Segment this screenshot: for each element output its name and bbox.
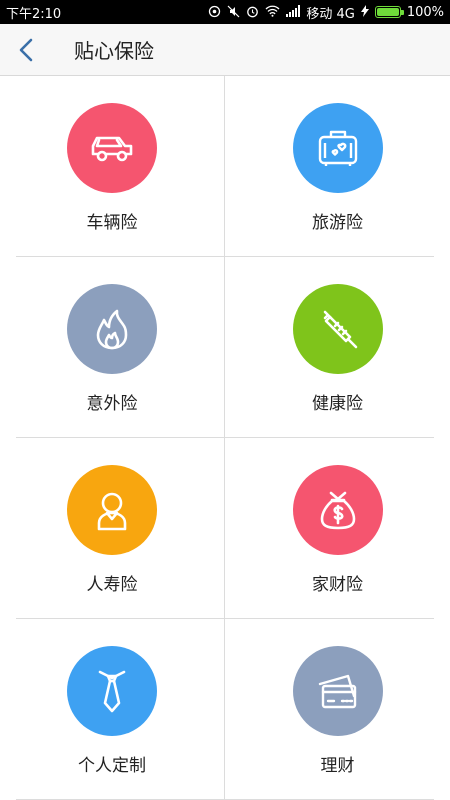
category-finance[interactable]: 理财 — [225, 619, 450, 800]
alarm-icon — [246, 5, 259, 20]
category-life[interactable]: 人寿险 — [0, 438, 225, 619]
category-accident[interactable]: 意外险 — [0, 257, 225, 438]
category-label: 健康险 — [312, 394, 363, 414]
syringe-icon — [323, 310, 357, 349]
back-button[interactable] — [0, 24, 52, 76]
status-bar: 下午2:10 移动 4G 100% — [0, 0, 450, 24]
tie-icon — [98, 670, 126, 713]
category-custom[interactable]: 个人定制 — [0, 619, 225, 800]
charging-icon — [360, 5, 369, 19]
sync-icon — [208, 5, 221, 20]
card-icon — [318, 674, 356, 709]
category-icon-circle — [292, 284, 383, 374]
category-icon-circle — [292, 465, 383, 555]
category-travel[interactable]: 旅游险 — [225, 76, 450, 257]
status-icons: 移动 4G 100% — [208, 3, 444, 22]
category-icon-circle — [67, 646, 157, 736]
category-property[interactable]: 家财险 — [225, 438, 450, 619]
category-label: 家财险 — [312, 575, 363, 595]
category-icon-circle — [292, 103, 383, 193]
carrier-label: 移动 4G — [306, 6, 355, 22]
category-vehicle[interactable]: 车辆险 — [0, 76, 225, 257]
grid-row: 个人定制 理财 — [0, 619, 450, 800]
flame-icon — [96, 309, 128, 350]
mute-icon — [227, 5, 240, 20]
battery-fill — [376, 8, 399, 16]
person-icon — [97, 492, 127, 531]
category-label: 旅游险 — [312, 213, 363, 233]
category-label: 车辆险 — [86, 213, 138, 233]
battery-percent: 100% — [406, 4, 444, 20]
grid-row: 人寿险 家财险 — [0, 438, 450, 619]
category-label: 理财 — [320, 756, 355, 776]
battery-icon — [374, 6, 404, 18]
category-icon-circle — [67, 284, 157, 374]
grid-row: 车辆险 旅游险 — [0, 76, 450, 257]
category-label: 意外险 — [86, 394, 138, 414]
category-icon-circle — [67, 465, 157, 555]
category-label: 人寿险 — [86, 575, 138, 595]
grid-row: 意外险 健康险 — [0, 257, 450, 438]
category-health[interactable]: 健康险 — [225, 257, 450, 438]
suitcase-icon — [318, 130, 357, 166]
status-time: 下午2:10 — [6, 6, 62, 22]
page-title: 贴心保险 — [74, 39, 154, 63]
insurance-category-grid: 车辆险 旅游险 意外险 健康险 人寿险 家财险 个人定制 理财 — [0, 76, 450, 800]
wifi-icon — [265, 5, 280, 19]
money-bag-icon — [320, 491, 355, 530]
header: 贴心保险 — [0, 24, 450, 76]
category-label: 个人定制 — [78, 756, 146, 776]
car-icon — [91, 136, 133, 162]
category-icon-circle — [292, 646, 383, 736]
category-icon-circle — [67, 103, 157, 193]
chevron-left-icon — [19, 38, 33, 61]
signal-icon — [286, 5, 301, 19]
